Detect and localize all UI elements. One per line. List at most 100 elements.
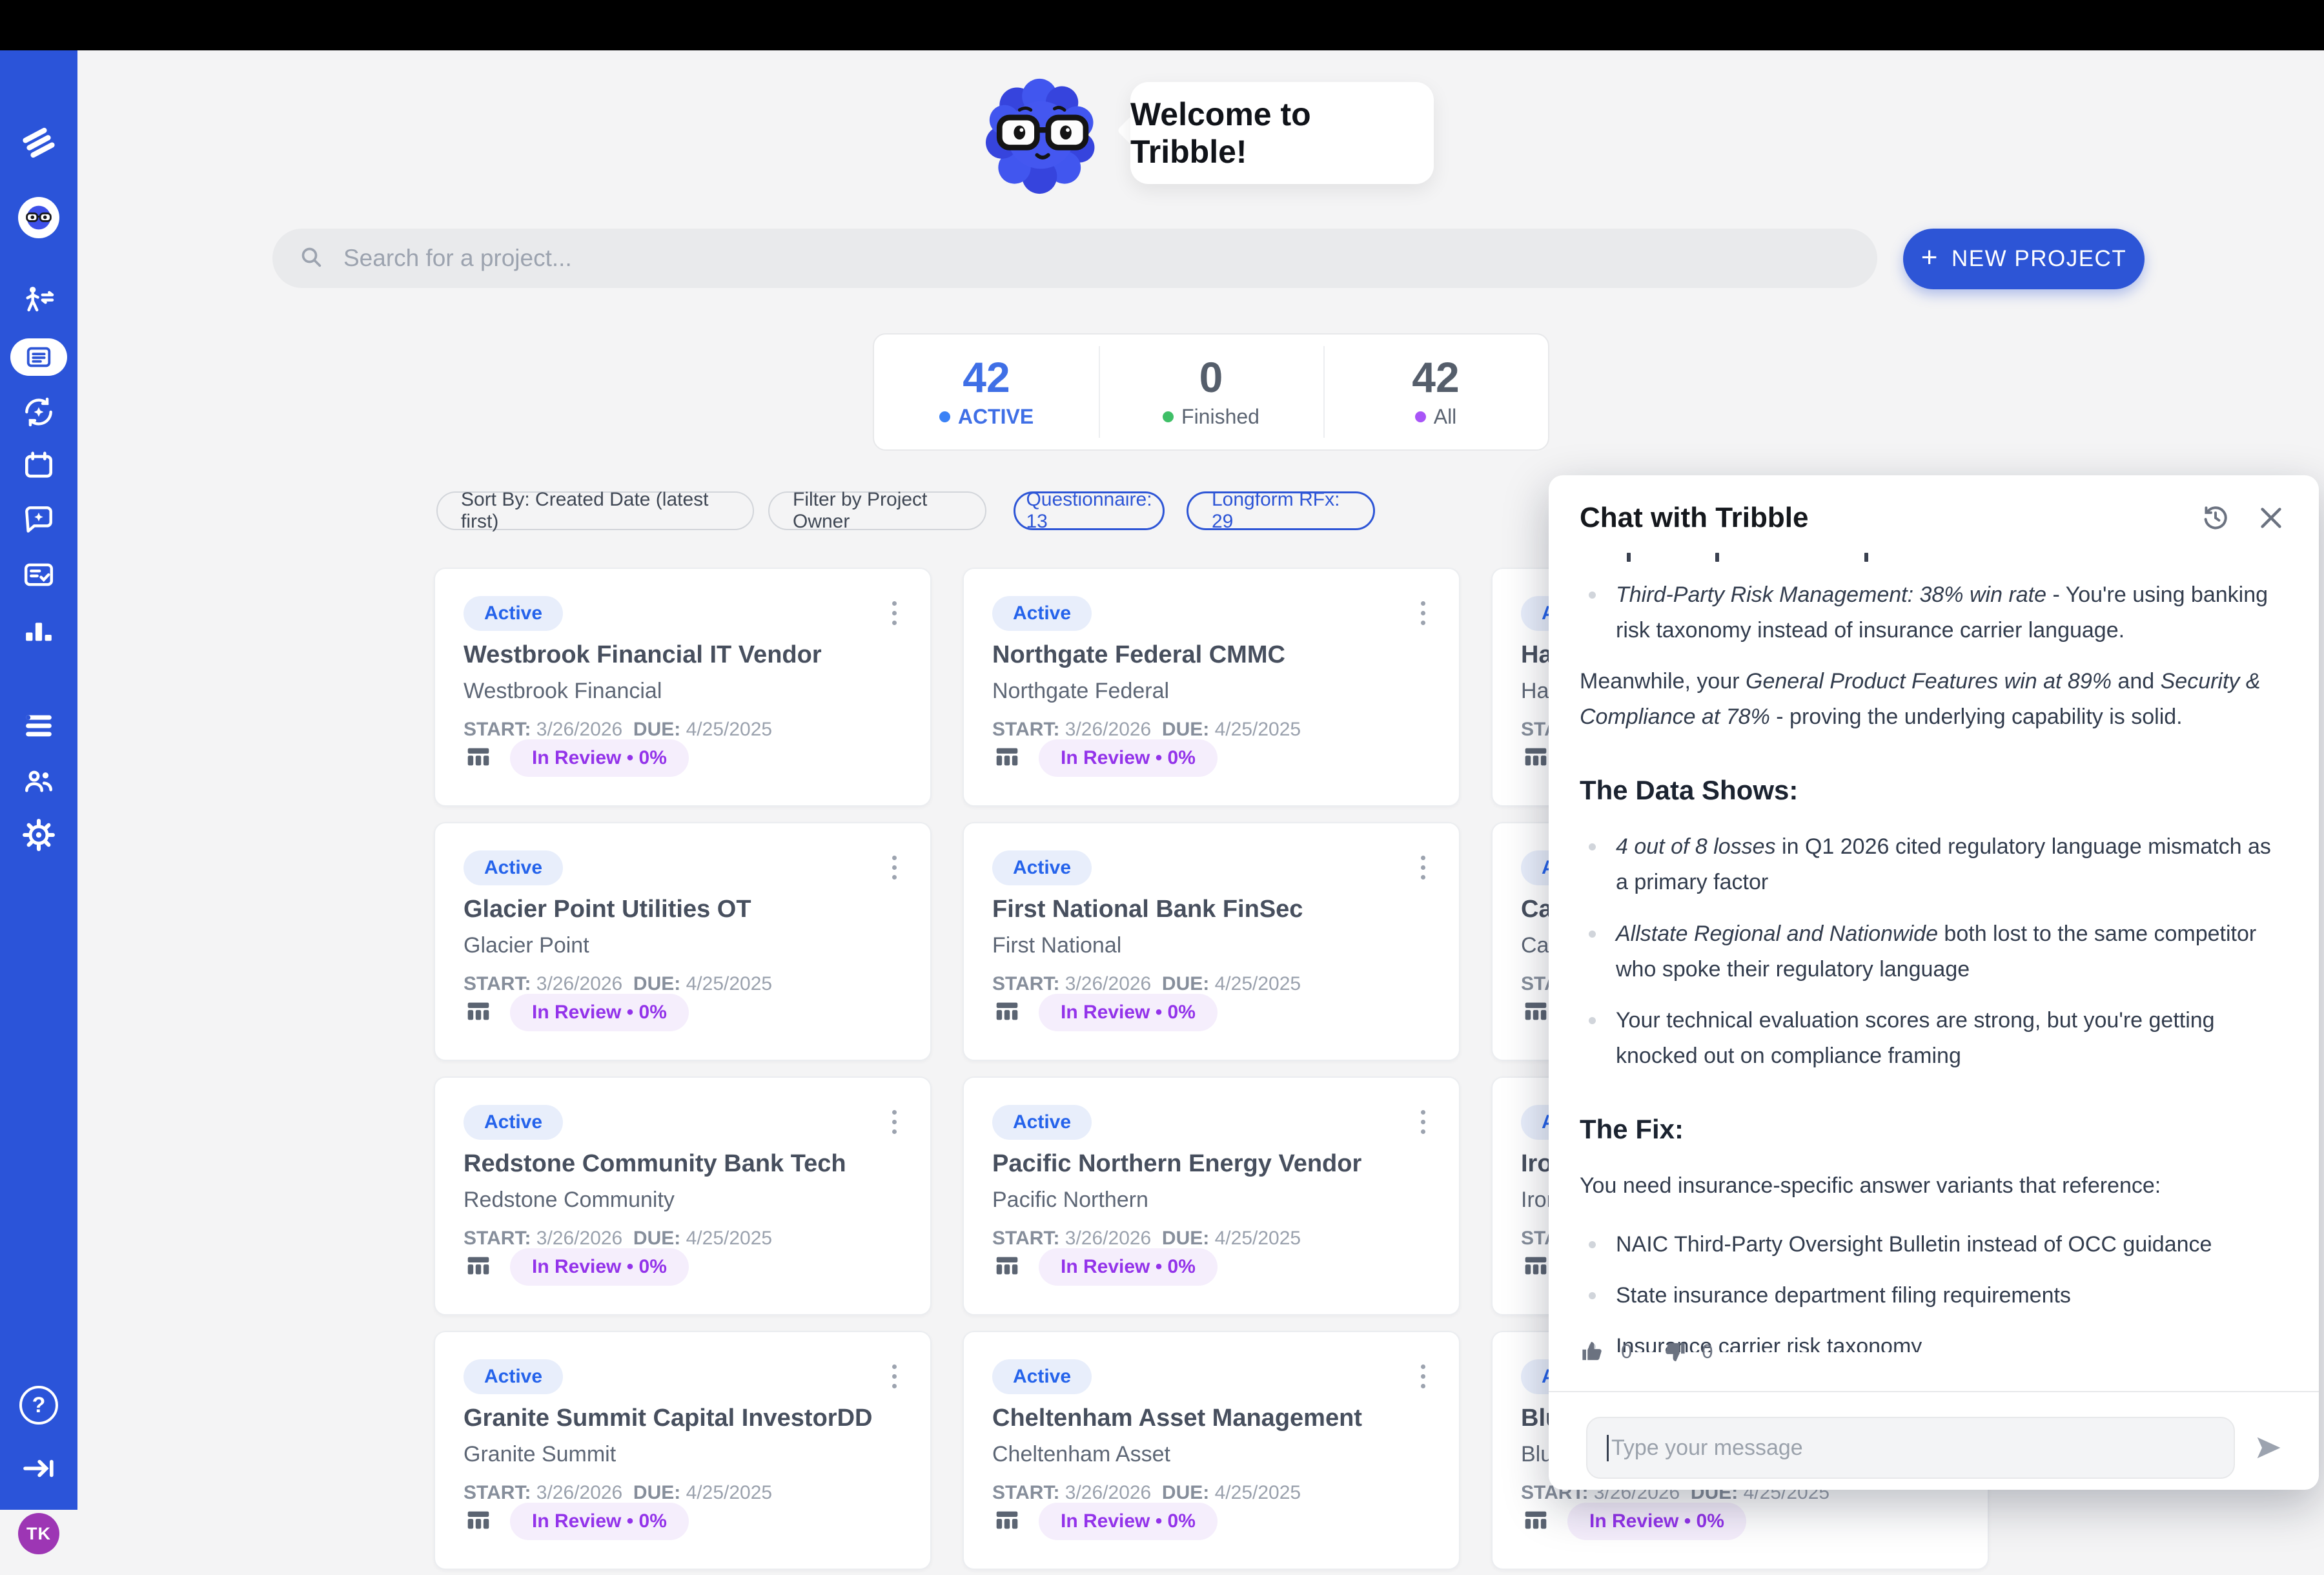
chat-title: Chat with Tribble xyxy=(1580,502,2177,534)
settings-gear-icon[interactable] xyxy=(0,817,77,853)
sync-sparkle-icon[interactable] xyxy=(0,394,77,430)
send-icon[interactable] xyxy=(2252,1431,2285,1465)
progress-pill: In Review • 0% xyxy=(1039,1503,1218,1540)
project-dates: START: 3/26/2026 DUE: 4/25/2025 xyxy=(992,1228,1301,1250)
progress-pill: In Review • 0% xyxy=(510,1503,689,1540)
project-dates: START: 3/26/2026 DUE: 4/25/2025 xyxy=(464,973,772,995)
sort-by-chip[interactable]: Sort By: Created Date (latest first) xyxy=(436,491,754,530)
project-subtitle: First National xyxy=(992,933,1121,958)
thumbs-up-icon[interactable] xyxy=(1580,1338,1607,1365)
project-card[interactable]: Active Northgate Federal CMMC Northgate … xyxy=(963,568,1460,807)
finished-dot xyxy=(1163,411,1174,422)
project-card[interactable]: Active Redstone Community Bank Tech Reds… xyxy=(434,1076,932,1315)
card-menu-kebab-icon[interactable] xyxy=(881,595,907,631)
message-paragraph: Meanwhile, your General Product Features… xyxy=(1580,664,2288,735)
top-black-bar xyxy=(0,0,2324,50)
new-project-button[interactable]: + NEW PROJECT xyxy=(1903,229,2145,289)
stat-finished-label: Finished xyxy=(1181,405,1259,429)
status-badge: Active xyxy=(464,850,563,885)
card-menu-kebab-icon[interactable] xyxy=(881,849,907,885)
active-dot xyxy=(939,411,950,422)
message-bullet: 4 out of 8 losses in Q1 2026 cited regul… xyxy=(1580,829,2288,900)
project-title: Northgate Federal CMMC xyxy=(992,641,1285,669)
stat-all[interactable]: 42 All xyxy=(1323,335,1548,449)
stat-active[interactable]: 42 ACTIVE xyxy=(874,335,1099,449)
questionnaire-table-icon xyxy=(1521,996,1551,1029)
progress-pill: In Review • 0% xyxy=(1567,1503,1746,1540)
analytics-icon[interactable] xyxy=(0,612,77,648)
card-menu-kebab-icon[interactable] xyxy=(1410,1104,1436,1140)
project-dates: START: 3/26/2026 DUE: 4/25/2025 xyxy=(992,973,1301,995)
project-dates: START: 3/26/2026 DUE: 4/25/2025 xyxy=(464,719,772,741)
stat-all-value: 42 xyxy=(1412,356,1459,398)
help-icon[interactable]: ? xyxy=(0,1386,77,1425)
chat-header: Chat with Tribble xyxy=(1580,499,2288,537)
calendar-icon[interactable] xyxy=(0,448,77,484)
mascot-image xyxy=(981,77,1108,198)
project-title: Glacier Point Utilities OT xyxy=(464,896,751,923)
questionnaire-table-icon xyxy=(1521,1251,1551,1284)
chat-sparkle-icon[interactable] xyxy=(0,502,77,538)
card-menu-kebab-icon[interactable] xyxy=(881,1358,907,1394)
project-card[interactable]: Active Glacier Point Utilities OT Glacie… xyxy=(434,822,932,1061)
card-menu-kebab-icon[interactable] xyxy=(881,1104,907,1140)
project-dates: START: 3/26/2026 DUE: 4/25/2025 xyxy=(992,719,1301,741)
questionnaire-table-icon xyxy=(992,1251,1022,1284)
content-library-icon[interactable] xyxy=(0,708,77,744)
progress-pill: In Review • 0% xyxy=(1039,994,1218,1031)
project-title: Granite Summit Capital InvestorDD xyxy=(464,1405,872,1432)
welcome-bubble: Welcome to Tribble! xyxy=(1130,82,1434,184)
chat-panel: Chat with Tribble Third-Party Risk Manag… xyxy=(1549,475,2319,1490)
mascot-avatar-icon[interactable] xyxy=(0,197,77,238)
checklist-icon[interactable] xyxy=(0,557,77,593)
chat-message-area[interactable]: Third-Party Risk Management: 38% win rat… xyxy=(1580,551,2288,1352)
project-card[interactable]: Active Pacific Northern Energy Vendor Pa… xyxy=(963,1076,1460,1315)
card-menu-kebab-icon[interactable] xyxy=(1410,849,1436,885)
filter-owner-chip[interactable]: Filter by Project Owner xyxy=(768,491,986,530)
status-badge: Active xyxy=(464,596,563,631)
questionnaire-chip[interactable]: Questionnaire: 13 xyxy=(1014,491,1165,530)
logout-icon[interactable] xyxy=(0,1450,77,1487)
questionnaire-table-icon xyxy=(464,996,493,1029)
project-subtitle: Redstone Community xyxy=(464,1188,675,1213)
chat-message-input[interactable] xyxy=(1607,1435,2214,1461)
plus-icon: + xyxy=(1921,242,1939,274)
thumbs-down-count: 0 xyxy=(1702,1340,1713,1363)
clipped-message-line xyxy=(1580,551,2288,563)
stat-active-label: ACTIVE xyxy=(958,405,1034,429)
project-subtitle: Northgate Federal xyxy=(992,679,1169,704)
project-card[interactable]: Active Cheltenham Asset Management Chelt… xyxy=(963,1331,1460,1570)
progress-pill: In Review • 0% xyxy=(510,994,689,1031)
thumbs-down-icon[interactable] xyxy=(1660,1338,1687,1365)
project-card[interactable]: Active Granite Summit Capital InvestorDD… xyxy=(434,1331,932,1570)
feedback-row: 0 0 xyxy=(1580,1338,1713,1365)
card-menu-kebab-icon[interactable] xyxy=(1410,1358,1436,1394)
project-card[interactable]: Active Westbrook Financial IT Vendor Wes… xyxy=(434,568,932,807)
project-card[interactable]: Active First National Bank FinSec First … xyxy=(963,822,1460,1061)
chat-close-icon[interactable] xyxy=(2254,501,2288,535)
stat-finished[interactable]: 0 Finished xyxy=(1099,335,1323,449)
chat-input-box[interactable] xyxy=(1586,1417,2235,1479)
search-icon xyxy=(298,244,324,273)
progress-pill: In Review • 0% xyxy=(510,1248,689,1286)
longform-rfx-chip[interactable]: Longform RFx: 29 xyxy=(1187,491,1375,530)
team-icon[interactable] xyxy=(0,763,77,799)
user-avatar[interactable]: TK xyxy=(0,1513,77,1554)
agent-transfer-icon[interactable] xyxy=(0,283,77,319)
project-title: Cheltenham Asset Management xyxy=(992,1405,1362,1432)
project-title: Pacific Northern Energy Vendor xyxy=(992,1150,1361,1178)
chat-history-icon[interactable] xyxy=(2199,501,2232,535)
card-menu-kebab-icon[interactable] xyxy=(1410,595,1436,631)
status-badge: Active xyxy=(464,1359,563,1394)
status-badge: Active xyxy=(992,1359,1092,1394)
questionnaire-table-icon xyxy=(992,742,1022,775)
message-heading: The Data Shows: xyxy=(1580,768,2288,812)
project-subtitle: Glacier Point xyxy=(464,933,589,958)
project-search[interactable] xyxy=(272,229,1877,288)
search-input[interactable] xyxy=(342,244,1830,273)
status-badge: Active xyxy=(992,596,1092,631)
sidebar-item-projects-active[interactable] xyxy=(0,338,77,376)
tribble-logo-icon xyxy=(0,124,77,161)
stat-all-label: All xyxy=(1434,405,1457,429)
message-bullet: NAIC Third-Party Oversight Bulletin inst… xyxy=(1580,1227,2288,1262)
